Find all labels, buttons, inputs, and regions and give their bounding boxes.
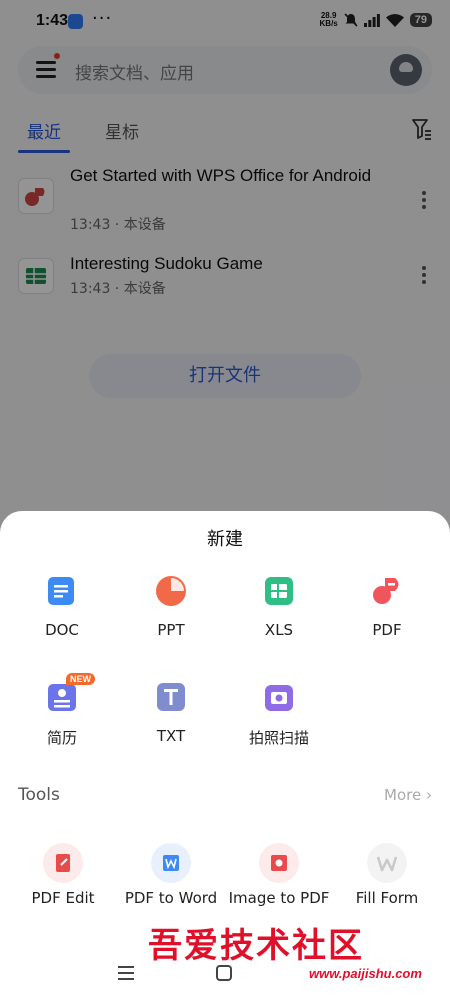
image-to-pdf-icon bbox=[259, 843, 299, 883]
create-doc-button[interactable]: DOC bbox=[12, 575, 112, 655]
create-resume-button[interactable]: NEW 简历 bbox=[12, 673, 112, 761]
sheet-title: 新建 bbox=[207, 529, 243, 550]
watermark-logo: 吾爱技术社区 bbox=[148, 926, 364, 966]
create-txt-button[interactable]: TXT bbox=[121, 681, 221, 761]
image-to-pdf-label: Image to PDF bbox=[228, 889, 330, 907]
new-badge: NEW bbox=[66, 673, 95, 685]
xls-icon bbox=[265, 577, 293, 605]
recent-apps-icon[interactable] bbox=[118, 966, 134, 980]
pdf-edit-icon bbox=[43, 843, 83, 883]
create-txt-label: TXT bbox=[156, 727, 186, 745]
watermark-url: www.paijishu.com bbox=[309, 966, 422, 981]
create-pdf-button[interactable]: PDF bbox=[337, 575, 437, 655]
pdf-edit-button[interactable]: PDF Edit bbox=[8, 843, 118, 933]
camera-scan-label: 拍照扫描 bbox=[248, 729, 309, 747]
pdf-to-word-icon bbox=[151, 843, 191, 883]
camera-scan-icon bbox=[265, 685, 293, 711]
ppt-icon bbox=[156, 576, 186, 606]
camera-scan-button[interactable]: 拍照扫描 bbox=[229, 681, 329, 761]
fill-form-label: Fill Form bbox=[355, 889, 419, 907]
create-xls-label: XLS bbox=[264, 621, 294, 639]
pdf-edit-label: PDF Edit bbox=[31, 889, 95, 907]
more-label: More bbox=[384, 786, 422, 804]
create-pdf-label: PDF bbox=[372, 621, 402, 639]
fill-form-icon bbox=[367, 843, 407, 883]
tools-heading: Tools bbox=[18, 785, 60, 805]
txt-icon bbox=[157, 683, 185, 711]
create-ppt-button[interactable]: PPT bbox=[121, 575, 221, 655]
create-resume-label: 简历 bbox=[46, 729, 77, 747]
pdf-icon bbox=[373, 578, 399, 604]
create-doc-label: DOC bbox=[45, 621, 79, 639]
resume-icon bbox=[48, 684, 76, 711]
chevron-right-icon: › bbox=[426, 786, 432, 804]
pdf-to-word-label: PDF to Word bbox=[124, 889, 218, 907]
more-tools-link[interactable]: More › bbox=[384, 786, 432, 804]
doc-icon bbox=[48, 577, 74, 605]
create-ppt-label: PPT bbox=[157, 621, 185, 639]
home-icon[interactable] bbox=[216, 965, 232, 981]
create-xls-button[interactable]: XLS bbox=[229, 575, 329, 655]
